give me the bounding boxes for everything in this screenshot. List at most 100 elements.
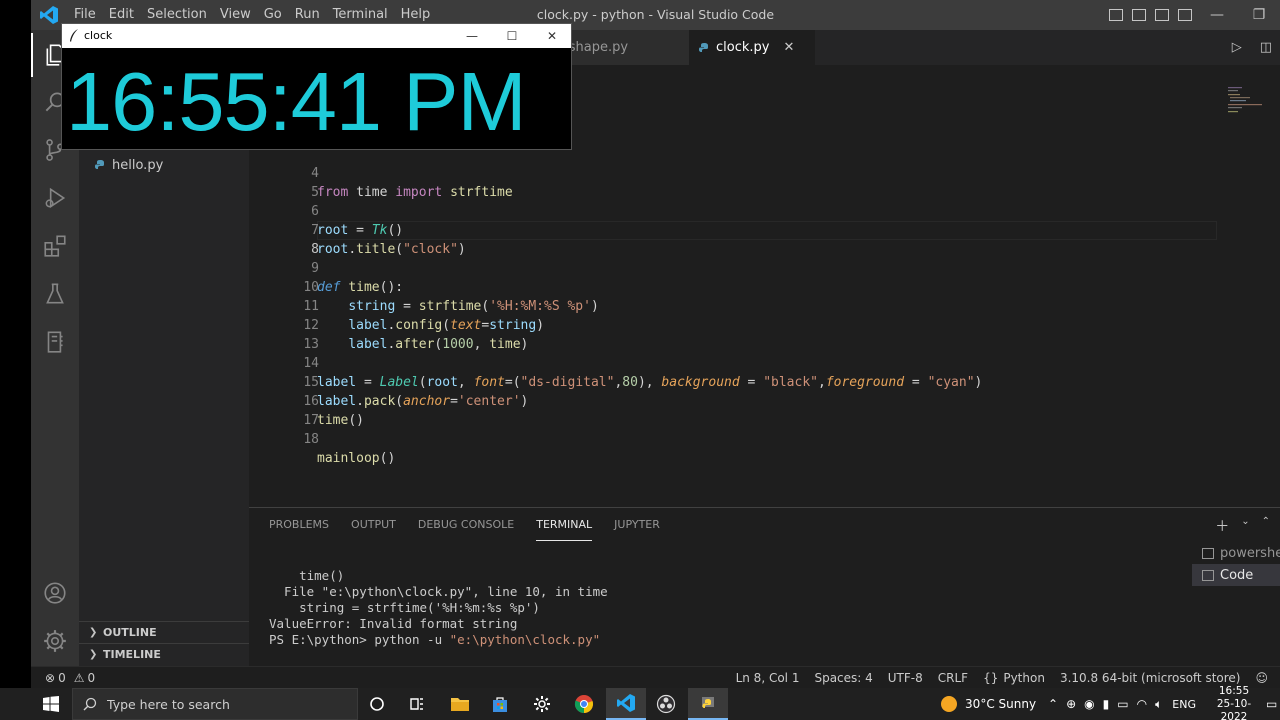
code-line: 12 label.after(1000, time) <box>249 297 1280 352</box>
terminal-command-arg: "e:\python\clock.py" <box>449 632 601 647</box>
clock-maximize-button[interactable]: ☐ <box>492 24 532 48</box>
notifications-icon[interactable]: ▭ <box>1266 697 1280 711</box>
maximize-button[interactable]: ❐ <box>1238 0 1280 30</box>
vscode-taskbar-icon[interactable] <box>606 688 646 720</box>
timeline-label: TIMELINE <box>103 648 161 661</box>
feedback-icon[interactable]: ☺ <box>1255 671 1268 685</box>
obs-icon[interactable] <box>646 688 686 720</box>
input-language[interactable]: ENG <box>1172 698 1196 711</box>
file-item-hello[interactable]: hello.py <box>95 154 163 176</box>
cursor-position[interactable]: Ln 8, Col 1 <box>736 671 800 685</box>
task-view-icon[interactable] <box>397 688 437 720</box>
status-bar: ⊗ 0 ⚠ 0 Ln 8, Col 1 Spaces: 4 UTF-8 CRLF… <box>31 666 1280 688</box>
windows-start-icon[interactable] <box>36 692 66 716</box>
vpn-icon[interactable]: ◉ <box>1084 697 1094 711</box>
weather-sun-icon <box>941 696 958 712</box>
toggle-secondary-sidebar-icon[interactable] <box>1155 9 1169 21</box>
tab-clock[interactable]: clock.py ✕ <box>689 30 815 65</box>
python-file-icon <box>699 42 708 52</box>
microsoft-store-icon[interactable] <box>480 688 520 720</box>
tab-debug-console[interactable]: DEBUG CONSOLE <box>418 508 514 541</box>
weather-text[interactable]: 30°C Sunny <box>965 697 1036 711</box>
toggle-panel-icon[interactable] <box>1132 9 1146 21</box>
file-encoding[interactable]: UTF-8 <box>888 671 923 685</box>
editor-actions: ▷ ◫ <box>1232 30 1272 65</box>
customize-layout-icon[interactable] <box>1178 9 1192 21</box>
minimize-button[interactable]: — <box>1196 0 1238 30</box>
chrome-icon[interactable] <box>564 688 604 720</box>
terminal-powershell[interactable]: powershell <box>1192 542 1280 564</box>
language-mode[interactable]: Python <box>1003 671 1045 685</box>
file-explorer-icon[interactable] <box>440 688 480 720</box>
code-line: 14 label = Label(root, font=("ds-digital… <box>249 335 1280 390</box>
line-ending[interactable]: CRLF <box>938 671 968 685</box>
terminal-line: ValueError: Invalid format string <box>269 616 518 631</box>
tab-problems[interactable]: PROBLEMS <box>269 508 329 541</box>
chevron-up-icon[interactable]: ⌃ <box>1048 697 1058 711</box>
clock-close-button[interactable]: ✕ <box>532 24 572 48</box>
search-input[interactable] <box>107 696 337 712</box>
windows-taskbar: 30°C Sunny ⌃ ⊕ ◉ ▮ ▭ ◠ 🔈︎ ENG 16:55 25-1… <box>0 685 1280 720</box>
system-tray: 30°C Sunny ⌃ ⊕ ◉ ▮ ▭ ◠ 🔈︎ ENG 16:55 25-1… <box>939 685 1280 720</box>
code-line: 8 <box>249 221 1280 257</box>
tab-jupyter[interactable]: JUPYTER <box>614 508 660 541</box>
settings-gear-icon[interactable] <box>522 688 562 720</box>
extensions-icon[interactable] <box>31 224 79 268</box>
python-interpreter[interactable]: 3.10.8 64-bit (microsoft store) <box>1060 671 1241 685</box>
outline-section[interactable]: ❯ OUTLINE <box>79 621 249 643</box>
chevron-up-icon[interactable]: ⌃ <box>1262 516 1270 536</box>
code-line: 11 label.config(text=string) <box>249 278 1280 333</box>
indentation[interactable]: Spaces: 4 <box>814 671 872 685</box>
terminal-icon <box>1202 569 1214 581</box>
code-line: 6 root = Tk() <box>249 183 1280 238</box>
settings-gear-icon[interactable] <box>31 619 79 663</box>
clock-window: clock — ☐ ✕ 16:55:41 PM <box>61 23 572 150</box>
taskbar-search[interactable] <box>72 688 358 720</box>
tk-feather-icon <box>70 29 78 42</box>
code-line: 17 <box>249 392 1280 428</box>
terminal-code[interactable]: Code <box>1192 564 1280 586</box>
warning-icon: ⚠ <box>73 671 85 685</box>
new-terminal-icon[interactable]: ＋ <box>1215 516 1229 536</box>
jupyter-icon[interactable] <box>31 320 79 364</box>
taskbar-date: 25-10-2022 <box>1216 697 1252 720</box>
chevron-right-icon: ❯ <box>89 627 98 638</box>
code-line: 9 def time(): <box>249 240 1280 295</box>
run-python-icon[interactable]: ▷ <box>1232 40 1242 55</box>
speaker-icon[interactable]: 🔈︎ <box>1155 697 1162 712</box>
testing-icon[interactable] <box>31 272 79 316</box>
tab-output[interactable]: OUTPUT <box>351 508 396 541</box>
split-editor-icon[interactable]: ◫ <box>1260 40 1272 55</box>
wifi-icon[interactable]: ◠ <box>1137 697 1147 711</box>
network-icon[interactable]: ⊕ <box>1066 697 1076 711</box>
terminal-prompt: PS E:\python> python -u <box>269 632 450 647</box>
file-name: hello.py <box>112 157 164 173</box>
clock-minimize-button[interactable]: — <box>452 24 492 48</box>
run-debug-icon[interactable] <box>31 176 79 220</box>
chevron-down-icon[interactable]: ⌄ <box>1241 516 1249 536</box>
microphone-icon[interactable]: ▮ <box>1103 697 1110 711</box>
line-number: 18 <box>303 432 319 447</box>
clock-title-bar[interactable]: clock — ☐ ✕ <box>62 24 571 48</box>
panel-tabs: PROBLEMS OUTPUT DEBUG CONSOLE TERMINAL J… <box>269 508 682 541</box>
title-controls: — ❐ <box>1109 0 1280 30</box>
search-icon <box>83 697 97 711</box>
battery-icon[interactable]: ▭ <box>1117 697 1128 711</box>
close-tab-icon[interactable]: ✕ <box>783 40 794 55</box>
bottom-panel: PROBLEMS OUTPUT DEBUG CONSOLE TERMINAL J… <box>249 507 1280 666</box>
accounts-icon[interactable] <box>31 571 79 615</box>
minimap[interactable] <box>1226 85 1266 115</box>
timeline-section[interactable]: ❯ TIMELINE <box>79 643 249 665</box>
tab-terminal[interactable]: TERMINAL <box>536 508 593 541</box>
cortana-icon[interactable] <box>357 688 397 720</box>
panel-actions: ＋ ⌄ ⌃ <box>1215 516 1270 536</box>
tab-label: clock.py <box>716 40 770 55</box>
terminal-line: string = strftime('%H:%m:%s %p') <box>269 600 540 615</box>
taskbar-time: 16:55 <box>1218 684 1250 697</box>
toggle-sidebar-icon[interactable] <box>1109 9 1123 21</box>
python-taskbar-icon[interactable] <box>688 688 728 720</box>
status-problems[interactable]: ⊗ 0 ⚠ 0 <box>45 667 95 689</box>
terminal-output[interactable]: time() File "e:\python\clock.py", line 1… <box>269 568 608 648</box>
taskbar-clock[interactable]: 16:55 25-10-2022 <box>1204 685 1264 720</box>
outline-label: OUTLINE <box>103 626 157 639</box>
